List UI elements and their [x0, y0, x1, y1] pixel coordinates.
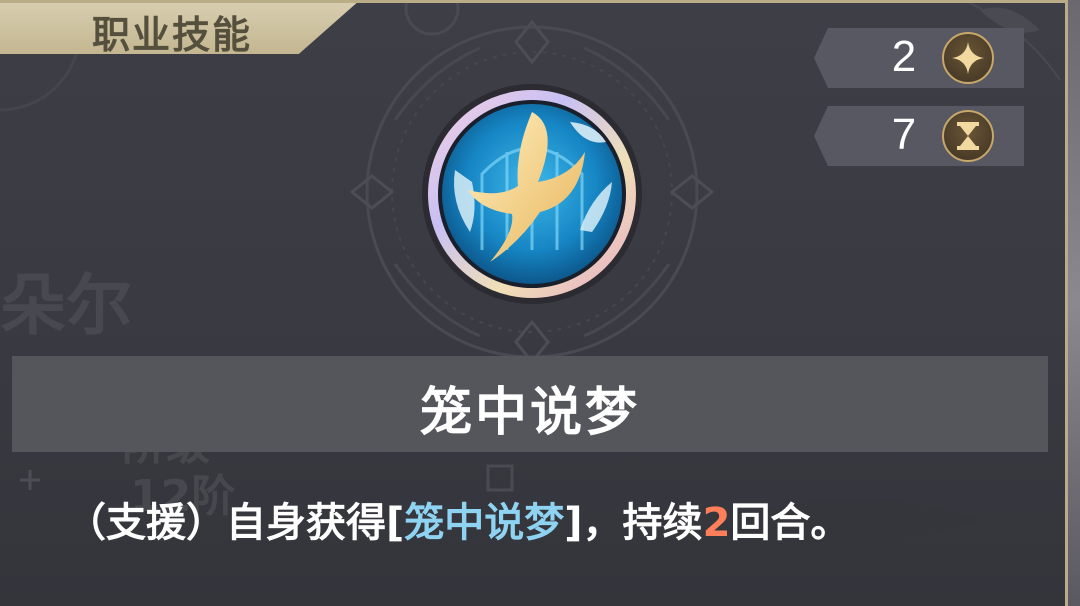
cooldown-value: 7 [891, 110, 917, 159]
description-keyword[interactable]: 笼中说梦 [404, 500, 564, 546]
description-middle: ]，持续 [564, 500, 703, 546]
cost-stat: 2 [814, 28, 1024, 88]
cost-value: 2 [891, 32, 917, 81]
description-number: 2 [702, 500, 731, 546]
cooldown-stat: 7 [814, 106, 1024, 166]
star-icon [942, 32, 994, 84]
skill-description: （支援）自身获得[笼中说梦]，持续2回合。 [66, 492, 946, 554]
tab-label: 职业技能 [92, 13, 253, 57]
description-prefix: （支援）自身获得[ [66, 500, 405, 546]
background-character-name: 朵尔 [0, 267, 132, 344]
tab-class-skill[interactable]: 职业技能 [0, 0, 360, 54]
hourglass-icon [942, 110, 994, 162]
skill-name-bar: 笼中说梦 [12, 356, 1048, 452]
skill-panel: 朵尔 阶级 12阶 职业技能 [0, 0, 1068, 606]
description-suffix: 回合。 [730, 500, 851, 546]
golden-bird-icon[interactable] [420, 82, 645, 307]
skill-name: 笼中说梦 [419, 383, 640, 443]
side-strip [1068, 0, 1080, 606]
